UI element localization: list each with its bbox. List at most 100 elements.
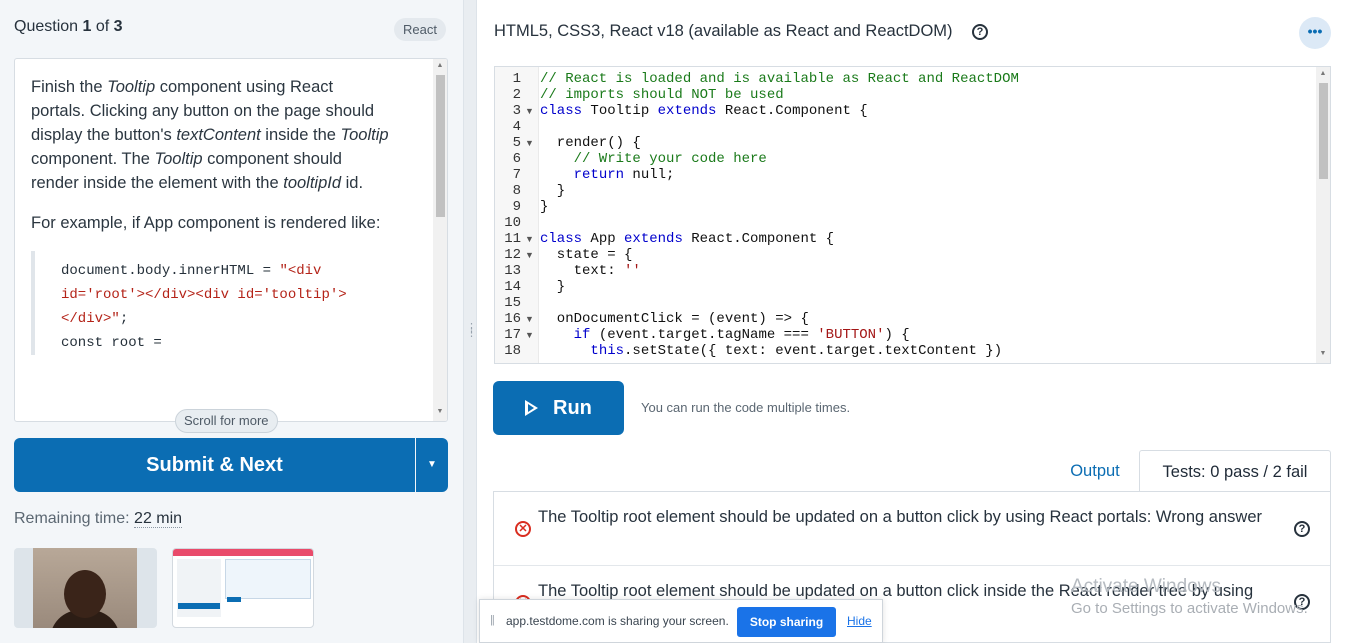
code-text: const root = xyxy=(61,335,162,351)
code-line: text: '' xyxy=(540,263,1019,279)
line-number: 9 xyxy=(512,199,521,215)
code-line: if (event.target.tagName === 'BUTTON') { xyxy=(540,327,1019,343)
code-token: .setState({ text: event.target.textConte… xyxy=(624,343,1003,359)
webcam-preview xyxy=(14,548,157,628)
run-label: Run xyxy=(553,397,592,419)
submit-next-button[interactable]: Submit & Next xyxy=(14,438,415,492)
line-number: 10 xyxy=(504,215,521,231)
scroll-up-icon[interactable]: ▲ xyxy=(1316,70,1330,77)
line-number: 12 xyxy=(504,247,521,263)
scroll-down-icon[interactable]: ▼ xyxy=(1316,350,1330,357)
more-options-button[interactable]: ••• xyxy=(1299,17,1331,49)
line-number: 7 xyxy=(512,167,521,183)
watermark-subtitle: Go to Settings to activate Windows. xyxy=(1071,600,1308,617)
code-line: class App extends React.Component { xyxy=(540,231,1019,247)
help-icon[interactable]: ? xyxy=(972,24,988,40)
run-button[interactable]: Run xyxy=(493,381,624,435)
scroll-up-icon[interactable]: ▲ xyxy=(433,62,447,69)
run-hint: You can run the code multiple times. xyxy=(641,400,851,415)
fail-icon: ✕ xyxy=(515,521,531,537)
code-token: // React is loaded and is available as R… xyxy=(540,71,1019,87)
line-number: 1 xyxy=(512,71,521,87)
test-result-text: The Tooltip root element should be updat… xyxy=(538,508,1262,526)
line-number: 2 xyxy=(512,87,521,103)
sharing-message: app.testdome.com is sharing your screen. xyxy=(506,614,729,628)
code-token: onDocumentClick = (event) => { xyxy=(540,311,809,327)
code-line: } xyxy=(540,279,1019,295)
line-number: 17 xyxy=(504,327,521,343)
line-number: 8 xyxy=(512,183,521,199)
submit-dropdown-button[interactable]: ▼ xyxy=(416,438,448,492)
code-line: render() { xyxy=(540,135,1019,151)
code-token: Tooltip xyxy=(582,103,658,119)
code-token: '' xyxy=(624,263,641,279)
question-scrollbar[interactable]: ▲ ▼ xyxy=(433,59,447,421)
code-line: return null; xyxy=(540,167,1019,183)
code-token: if xyxy=(573,327,591,343)
code-line: class Tooltip extends React.Component { xyxy=(540,103,1019,119)
hide-link[interactable]: Hide xyxy=(847,614,872,628)
code-token: class xyxy=(540,231,583,247)
fold-arrow-icon[interactable]: ▼ xyxy=(525,311,534,327)
code-token: 'BUTTON' xyxy=(817,327,885,343)
example-code-block: document.body.innerHTML = "<div id='root… xyxy=(31,251,376,355)
line-number: 14 xyxy=(504,279,521,295)
fold-arrow-icon[interactable]: ▼ xyxy=(525,231,534,247)
line-number: 6 xyxy=(512,151,521,167)
drag-handle-icon[interactable]: || xyxy=(490,614,495,626)
code-token: } xyxy=(540,279,566,295)
code-token: // imports should NOT be used xyxy=(540,87,784,103)
question-emphasis: Tooltip xyxy=(340,126,389,144)
fold-arrow-icon[interactable]: ▼ xyxy=(525,327,534,343)
drag-handle-icon[interactable]: ⋮ ⋮ xyxy=(466,323,477,342)
code-line: // Write your code here xyxy=(540,151,1019,167)
code-token: render() { xyxy=(540,135,641,151)
code-token: React.Component { xyxy=(682,231,835,247)
scrollbar-thumb[interactable] xyxy=(436,75,445,217)
topic-tag: React xyxy=(394,18,446,41)
question-paragraph: For example, if App component is rendere… xyxy=(31,211,391,235)
editor-scrollbar[interactable]: ▲ ▼ xyxy=(1316,67,1330,363)
code-line: } xyxy=(540,199,1019,215)
scroll-for-more-hint[interactable]: Scroll for more xyxy=(175,409,278,433)
line-number: 18 xyxy=(504,343,521,359)
fold-arrow-icon[interactable]: ▼ xyxy=(525,103,534,119)
question-emphasis: textContent xyxy=(176,126,261,144)
question-emphasis: Tooltip xyxy=(154,150,203,168)
question-text: For example, if App component is rendere… xyxy=(31,214,381,232)
help-icon[interactable]: ? xyxy=(1294,521,1310,537)
code-token: React.Component { xyxy=(716,103,868,119)
screen-sharing-bar: || app.testdome.com is sharing your scre… xyxy=(479,599,883,643)
remaining-time: Remaining time: 22 min xyxy=(14,510,183,528)
stop-sharing-button[interactable]: Stop sharing xyxy=(737,607,836,637)
code-line: // React is loaded and is available as R… xyxy=(540,71,1019,87)
editor-language-title: HTML5, CSS3, React v18 (available as Rea… xyxy=(494,22,953,40)
code-token: extends xyxy=(657,103,717,119)
tab-tests[interactable]: Tests: 0 pass / 2 fail xyxy=(1139,450,1331,492)
caret-down-icon: ▼ xyxy=(427,459,437,470)
code-token: } xyxy=(540,199,549,215)
watermark-title: Activate Windows xyxy=(1071,576,1221,597)
screen-share-preview xyxy=(172,548,314,628)
line-number: 15 xyxy=(504,295,521,311)
code-content[interactable]: // React is loaded and is available as R… xyxy=(540,71,1019,359)
code-token: this xyxy=(590,343,625,359)
windows-activation-watermark: Activate Windows Go to Settings to activ… xyxy=(1071,576,1308,620)
question-text-box[interactable]: Finish the Tooltip component using React… xyxy=(14,58,448,422)
fold-arrow-icon[interactable]: ▼ xyxy=(525,135,534,151)
tab-output[interactable]: Output xyxy=(1052,452,1138,490)
code-editor[interactable]: 1 2 3 ▼ 4 5 ▼ 6 7 8 9 10 11 ▼ 12 ▼ 13 14 15 16 ▼ 17 ▼ 18 // Rea… xyxy=(494,66,1331,364)
question-text: Finish the xyxy=(31,78,108,96)
code-token: App xyxy=(582,231,625,247)
line-number: 13 xyxy=(504,263,521,279)
code-token: ) { xyxy=(884,327,910,343)
scroll-down-icon[interactable]: ▼ xyxy=(433,408,447,415)
scrollbar-thumb[interactable] xyxy=(1319,83,1328,179)
code-token: } xyxy=(540,183,566,199)
fold-arrow-icon[interactable]: ▼ xyxy=(525,247,534,263)
